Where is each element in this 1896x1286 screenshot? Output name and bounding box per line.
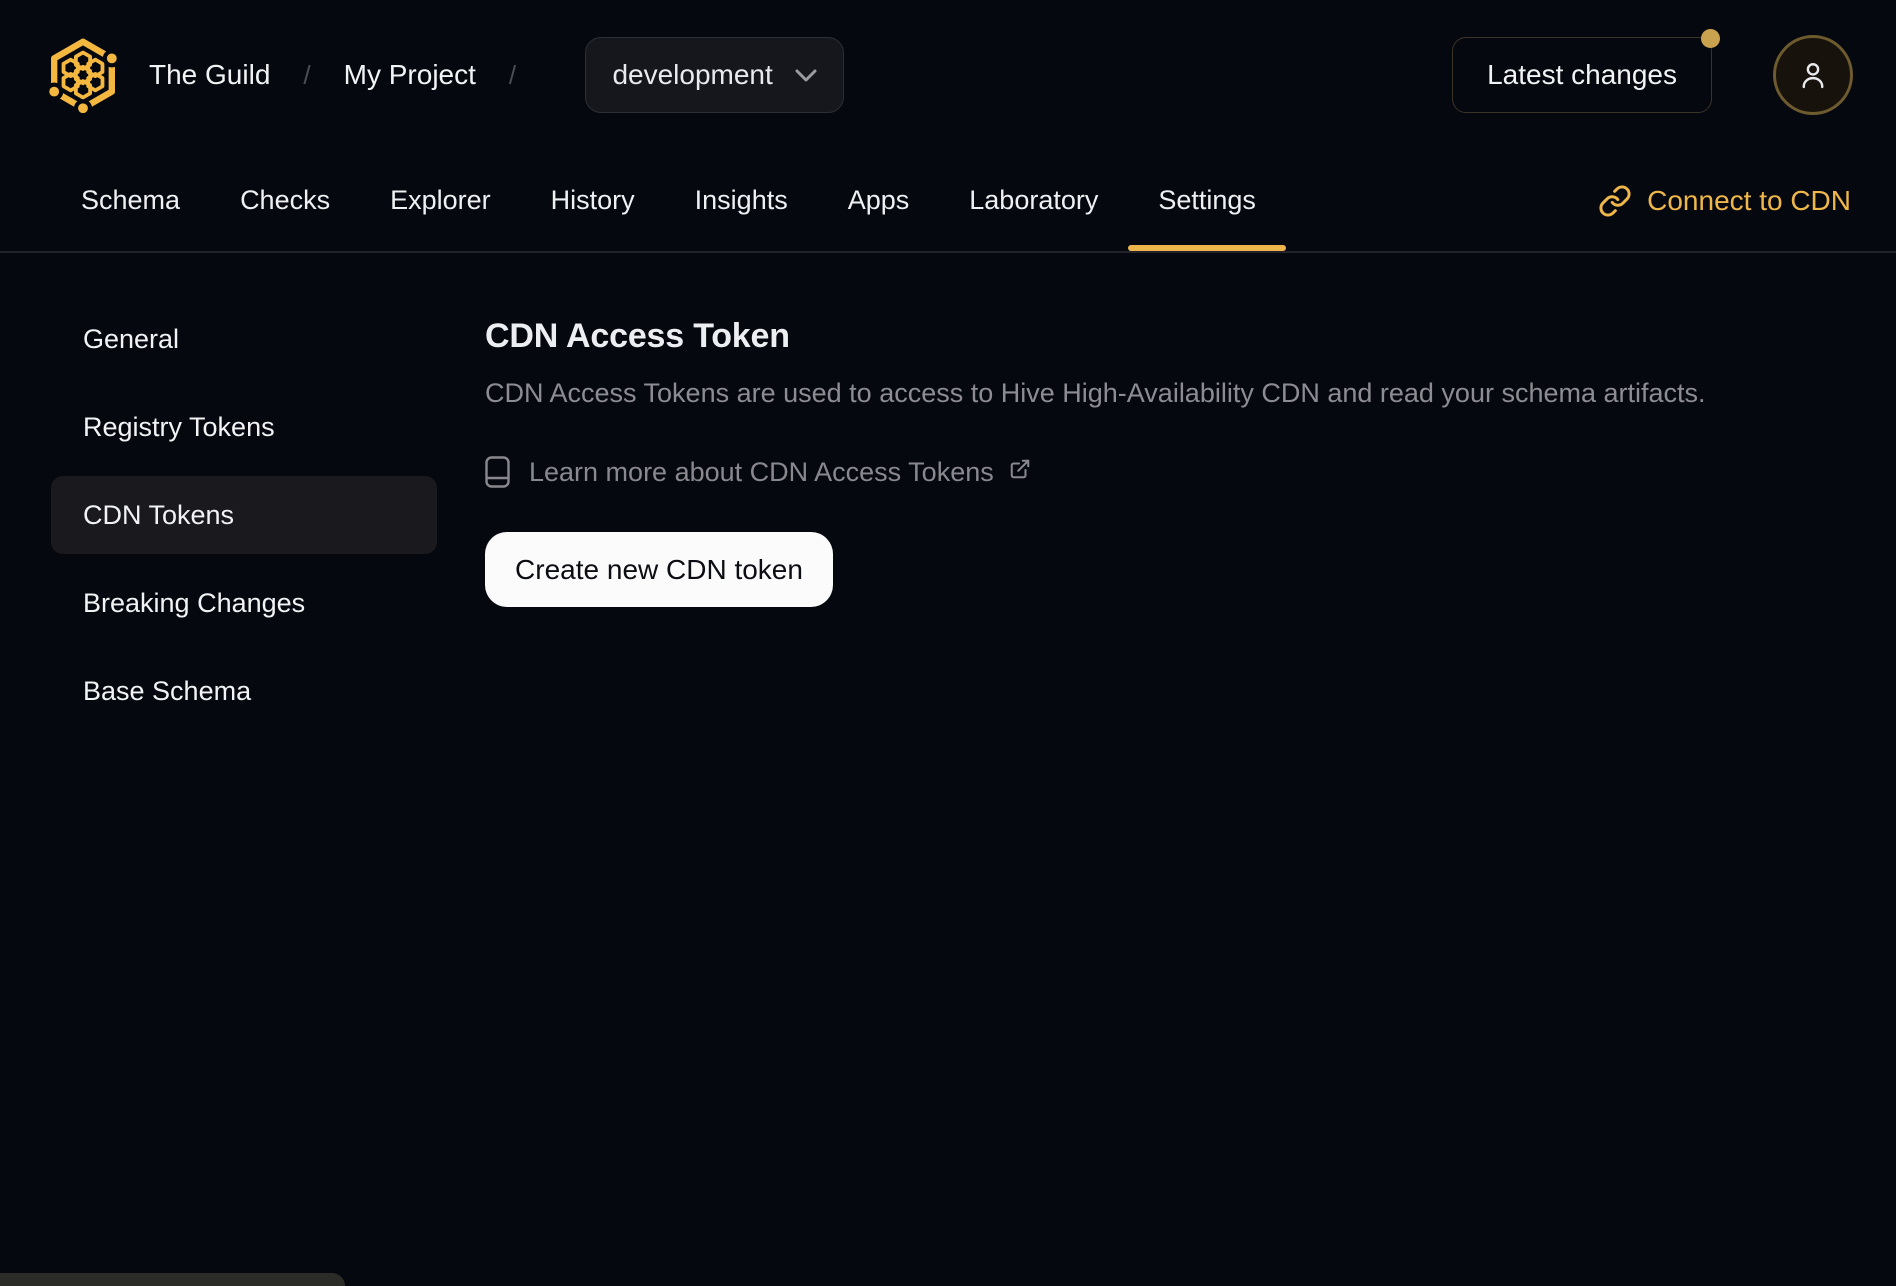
cdn-token-panel: CDN Access Token CDN Access Tokens are u… (485, 253, 1896, 608)
sidebar-item-registry-tokens[interactable]: Registry Tokens (51, 388, 437, 466)
tab-history[interactable]: History (521, 150, 665, 251)
learn-more-link[interactable]: Learn more about CDN Access Tokens (485, 456, 1031, 489)
sidebar-item-cdn-tokens[interactable]: CDN Tokens (51, 476, 437, 554)
top-header: The Guild / My Project / development Lat… (0, 0, 1896, 150)
connect-to-cdn-label: Connect to CDN (1647, 184, 1851, 216)
tab-apps[interactable]: Apps (818, 150, 940, 251)
target-selector-value: development (612, 59, 773, 90)
target-selector-dropdown[interactable]: development (585, 37, 845, 113)
sidebar-item-base-schema[interactable]: Base Schema (51, 652, 437, 730)
latest-changes-button[interactable]: Latest changes (1452, 29, 1720, 113)
tab-schema[interactable]: Schema (51, 150, 210, 251)
learn-more-label: Learn more about CDN Access Tokens (529, 456, 994, 487)
tab-settings[interactable]: Settings (1128, 150, 1286, 251)
user-menu-avatar[interactable] (1773, 35, 1853, 115)
toast-notification-sliver[interactable] (0, 1273, 345, 1286)
breadcrumb-separator: / (508, 59, 517, 90)
hive-settings-page: The Guild / My Project / development Lat… (0, 0, 1896, 1286)
page-title: CDN Access Token (485, 317, 790, 355)
breadcrumb: The Guild / My Project / (149, 59, 549, 91)
settings-content: General Registry Tokens CDN Tokens Break… (0, 253, 1896, 730)
tab-insights[interactable]: Insights (665, 150, 818, 251)
breadcrumb-separator: / (303, 59, 311, 90)
tab-explorer[interactable]: Explorer (360, 150, 521, 251)
book-icon (485, 456, 510, 489)
tab-laboratory[interactable]: Laboratory (939, 150, 1128, 251)
hive-logo-icon[interactable] (45, 37, 121, 113)
breadcrumb-project[interactable]: My Project (344, 59, 476, 91)
chain-link-icon (1599, 185, 1631, 216)
tab-checks[interactable]: Checks (210, 150, 360, 251)
breadcrumb-org[interactable]: The Guild (149, 59, 270, 91)
project-tab-bar: Schema Checks Explorer History Insights … (0, 150, 1896, 253)
create-cdn-token-button[interactable]: Create new CDN token (485, 532, 833, 608)
page-description: CDN Access Tokens are used to access to … (485, 378, 1706, 409)
latest-changes-label: Latest changes (1487, 59, 1677, 90)
sidebar-item-breaking-changes[interactable]: Breaking Changes (51, 564, 437, 642)
external-link-icon (1010, 460, 1030, 479)
chevron-down-icon (795, 69, 817, 81)
sidebar-item-general[interactable]: General (51, 300, 437, 378)
notification-dot (1701, 29, 1720, 48)
user-icon (1802, 63, 1824, 89)
settings-sidebar: General Registry Tokens CDN Tokens Break… (51, 300, 437, 730)
connect-to-cdn-link[interactable]: Connect to CDN (1598, 150, 1851, 251)
